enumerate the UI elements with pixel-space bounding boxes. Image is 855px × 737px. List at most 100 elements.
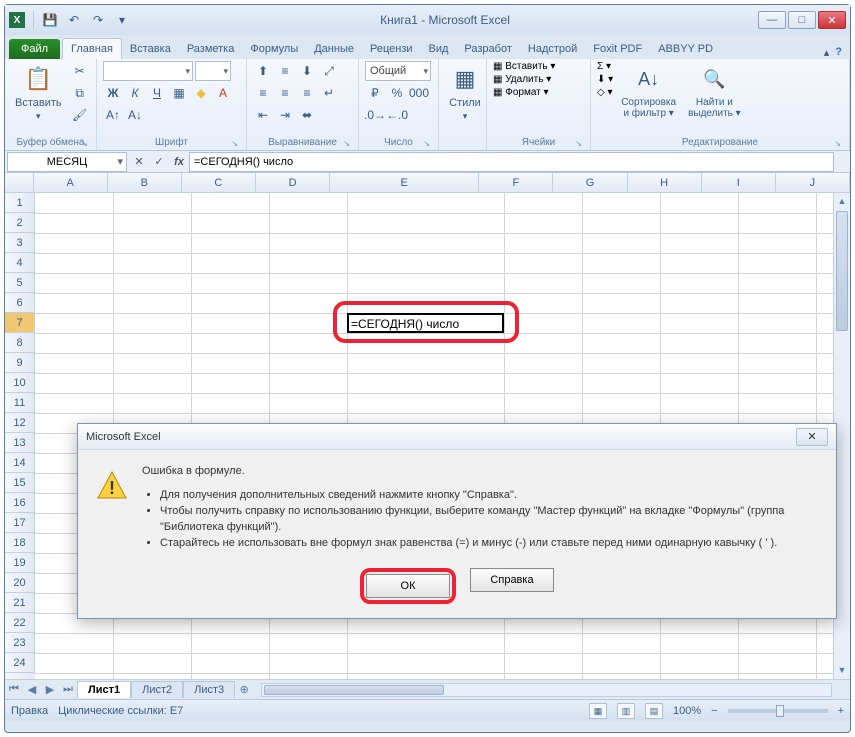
tab-view[interactable]: Вид [421, 39, 457, 59]
zoom-out-button[interactable]: − [711, 705, 717, 717]
row-header-10[interactable]: 10 [5, 373, 35, 393]
tab-review[interactable]: Рецензи [362, 39, 421, 59]
row-header-16[interactable]: 16 [5, 493, 35, 513]
col-header-B[interactable]: B [108, 173, 182, 192]
row-header-22[interactable]: 22 [5, 613, 35, 633]
zoom-in-button[interactable]: + [838, 705, 844, 717]
col-header-G[interactable]: G [553, 173, 627, 192]
redo-button[interactable]: ↷ [88, 10, 108, 30]
tab-layout[interactable]: Разметка [179, 39, 243, 59]
zoom-level[interactable]: 100% [673, 705, 701, 717]
italic-button[interactable]: К [125, 83, 145, 103]
sheet-tab-1[interactable]: Лист1 [77, 681, 131, 698]
ribbon-minimize-icon[interactable]: ▴ [824, 46, 830, 59]
format-cells-button[interactable]: ▦ Формат ▾ [493, 87, 549, 98]
dialog-close-button[interactable]: ✕ [796, 428, 828, 446]
paste-button[interactable]: 📋 Вставить ▾ [11, 61, 66, 124]
increase-indent-button[interactable]: ⇥ [275, 105, 295, 125]
underline-button[interactable]: Ч [147, 83, 167, 103]
clear-button[interactable]: ◇ ▾ [597, 87, 613, 98]
fill-button[interactable]: ⬇ ▾ [597, 74, 613, 85]
align-center-button[interactable]: ≡ [275, 83, 295, 103]
decrease-font-button[interactable]: A↓ [125, 105, 145, 125]
tab-data[interactable]: Данные [306, 39, 362, 59]
horizontal-scrollbar[interactable] [261, 683, 832, 697]
sheet-nav-first[interactable]: ⏮ [5, 683, 23, 696]
formula-input[interactable]: =СЕГОДНЯ() число [189, 152, 834, 172]
currency-button[interactable]: ₽ [365, 83, 385, 103]
name-box[interactable]: МЕСЯЦ [7, 152, 127, 172]
increase-font-button[interactable]: A↑ [103, 105, 123, 125]
orientation-button[interactable]: ⤢ [319, 61, 339, 81]
col-header-J[interactable]: J [776, 173, 850, 192]
autosum-button[interactable]: Σ ▾ [597, 61, 613, 72]
row-header-5[interactable]: 5 [5, 273, 35, 293]
row-header-2[interactable]: 2 [5, 213, 35, 233]
sheet-nav-last[interactable]: ⏭ [59, 683, 77, 696]
row-header-7[interactable]: 7 [5, 313, 35, 333]
undo-button[interactable]: ↶ [64, 10, 84, 30]
wrap-text-button[interactable]: ↵ [319, 83, 339, 103]
font-color-button[interactable]: A [213, 83, 233, 103]
row-header-19[interactable]: 19 [5, 553, 35, 573]
row-header-13[interactable]: 13 [5, 433, 35, 453]
copy-button[interactable]: ⧉ [70, 83, 90, 103]
row-header-6[interactable]: 6 [5, 293, 35, 313]
col-header-H[interactable]: H [628, 173, 702, 192]
col-header-A[interactable]: A [34, 173, 108, 192]
font-size-combo[interactable] [195, 61, 231, 81]
comma-button[interactable]: 000 [409, 83, 429, 103]
dialog-ok-button[interactable]: ОК [366, 574, 450, 598]
hscroll-thumb[interactable] [264, 685, 444, 695]
qat-customize[interactable]: ▾ [112, 10, 132, 30]
row-header-3[interactable]: 3 [5, 233, 35, 253]
find-select-button[interactable]: 🔍 Найти и выделить ▾ [684, 61, 745, 121]
delete-cells-button[interactable]: ▦ Удалить ▾ [493, 74, 551, 85]
view-page-layout-button[interactable]: ▥ [617, 703, 635, 719]
zoom-slider[interactable] [728, 709, 828, 713]
format-painter-button[interactable]: 🖌 [70, 105, 90, 125]
merge-button[interactable]: ⬌ [297, 105, 317, 125]
dialog-help-button[interactable]: Справка [470, 568, 554, 592]
help-icon[interactable]: ? [835, 46, 842, 59]
formula-cancel-button[interactable]: ✕ [129, 152, 149, 172]
insert-function-button[interactable]: fx [169, 152, 189, 172]
row-header-24[interactable]: 24 [5, 653, 35, 673]
view-normal-button[interactable]: ▦ [589, 703, 607, 719]
vscroll-thumb[interactable] [836, 211, 848, 331]
row-header-1[interactable]: 1 [5, 193, 35, 213]
close-button[interactable]: ✕ [818, 11, 846, 29]
styles-button[interactable]: ▦ Стили ▾ [445, 61, 485, 124]
row-header-14[interactable]: 14 [5, 453, 35, 473]
tab-foxit[interactable]: Foxit PDF [585, 39, 650, 59]
row-header-18[interactable]: 18 [5, 533, 35, 553]
select-all-corner[interactable] [5, 173, 34, 192]
cut-button[interactable]: ✂ [70, 61, 90, 81]
col-header-F[interactable]: F [479, 173, 553, 192]
tab-insert[interactable]: Вставка [122, 39, 179, 59]
tab-addins[interactable]: Надстрой [520, 39, 585, 59]
align-middle-button[interactable]: ≡ [275, 61, 295, 81]
font-family-combo[interactable] [103, 61, 193, 81]
sheet-tab-3[interactable]: Лист3 [183, 681, 235, 698]
row-header-4[interactable]: 4 [5, 253, 35, 273]
sheet-nav-prev[interactable]: ◀ [23, 683, 41, 696]
align-left-button[interactable]: ≡ [253, 83, 273, 103]
save-button[interactable]: 💾 [40, 10, 60, 30]
tab-formulas[interactable]: Формулы [242, 39, 306, 59]
view-page-break-button[interactable]: ▤ [645, 703, 663, 719]
col-header-I[interactable]: I [702, 173, 776, 192]
scroll-up-arrow[interactable]: ▲ [834, 193, 850, 210]
border-button[interactable]: ▦ [169, 83, 189, 103]
row-header-8[interactable]: 8 [5, 333, 35, 353]
align-right-button[interactable]: ≡ [297, 83, 317, 103]
tab-developer[interactable]: Разработ [456, 39, 519, 59]
col-header-D[interactable]: D [256, 173, 330, 192]
align-top-button[interactable]: ⬆ [253, 61, 273, 81]
formula-enter-button[interactable]: ✓ [149, 152, 169, 172]
minimize-button[interactable]: — [758, 11, 786, 29]
percent-button[interactable]: % [387, 83, 407, 103]
row-header-12[interactable]: 12 [5, 413, 35, 433]
fill-color-button[interactable]: ◆ [191, 83, 211, 103]
col-header-E[interactable]: E [330, 173, 479, 192]
